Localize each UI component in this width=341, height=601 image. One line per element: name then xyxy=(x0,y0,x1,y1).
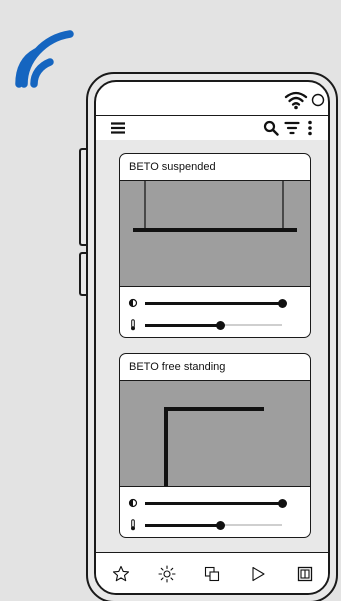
illustration-stage: BETO suspended BETO free standing xyxy=(0,0,341,601)
device-card-suspended[interactable]: BETO suspended xyxy=(119,153,311,338)
slider-track[interactable] xyxy=(145,320,282,330)
slider-thumb[interactable] xyxy=(277,298,287,308)
slider-fill xyxy=(145,323,221,327)
content-area: BETO suspended BETO free standing xyxy=(96,140,328,552)
brightness-slider[interactable] xyxy=(120,492,310,514)
slider-track[interactable] xyxy=(145,520,282,530)
search-icon[interactable] xyxy=(263,120,279,136)
phone-screen: BETO suspended BETO free standing xyxy=(94,80,330,595)
filter-icon[interactable] xyxy=(284,121,300,135)
star-icon[interactable] xyxy=(112,565,130,583)
color-temperature-slider[interactable] xyxy=(120,514,310,536)
slider-thumb[interactable] xyxy=(277,498,287,508)
play-icon[interactable] xyxy=(250,566,266,582)
brightness-slider[interactable] xyxy=(120,292,310,314)
hamburger-menu-icon[interactable] xyxy=(110,122,126,134)
slider-fill xyxy=(145,501,282,505)
layers-icon[interactable] xyxy=(204,566,220,582)
wifi-icon xyxy=(284,91,308,110)
thermometer-icon xyxy=(131,319,135,331)
slider-track[interactable] xyxy=(145,298,287,308)
more-vertical-icon[interactable] xyxy=(307,120,313,136)
bottom-navigation xyxy=(96,552,328,593)
contrast-icon xyxy=(128,298,138,308)
panel-icon[interactable] xyxy=(297,566,313,582)
sun-icon[interactable] xyxy=(158,565,176,583)
suspended-lamp-illustration xyxy=(133,181,297,232)
slider-track[interactable] xyxy=(145,498,287,508)
volume-button xyxy=(79,148,86,246)
free-standing-lamp-preview xyxy=(120,381,310,487)
slider-fill xyxy=(145,523,221,527)
circle-icon xyxy=(311,93,325,107)
color-temperature-slider[interactable] xyxy=(120,314,310,336)
slider-thumb[interactable] xyxy=(215,520,225,530)
device-card-free-standing[interactable]: BETO free standing xyxy=(119,353,311,538)
app-toolbar xyxy=(96,115,328,141)
card-title: BETO free standing xyxy=(120,354,310,381)
card-title: BETO suspended xyxy=(120,154,310,181)
phone-frame: BETO suspended BETO free standing xyxy=(79,72,338,601)
contrast-icon xyxy=(128,498,138,508)
suspended-lamp-preview xyxy=(120,181,310,287)
power-button xyxy=(79,252,86,296)
status-bar xyxy=(96,82,328,116)
slider-thumb[interactable] xyxy=(215,320,225,330)
free-standing-lamp-illustration xyxy=(164,407,264,486)
thermometer-icon xyxy=(131,519,135,531)
slider-fill xyxy=(145,301,282,305)
